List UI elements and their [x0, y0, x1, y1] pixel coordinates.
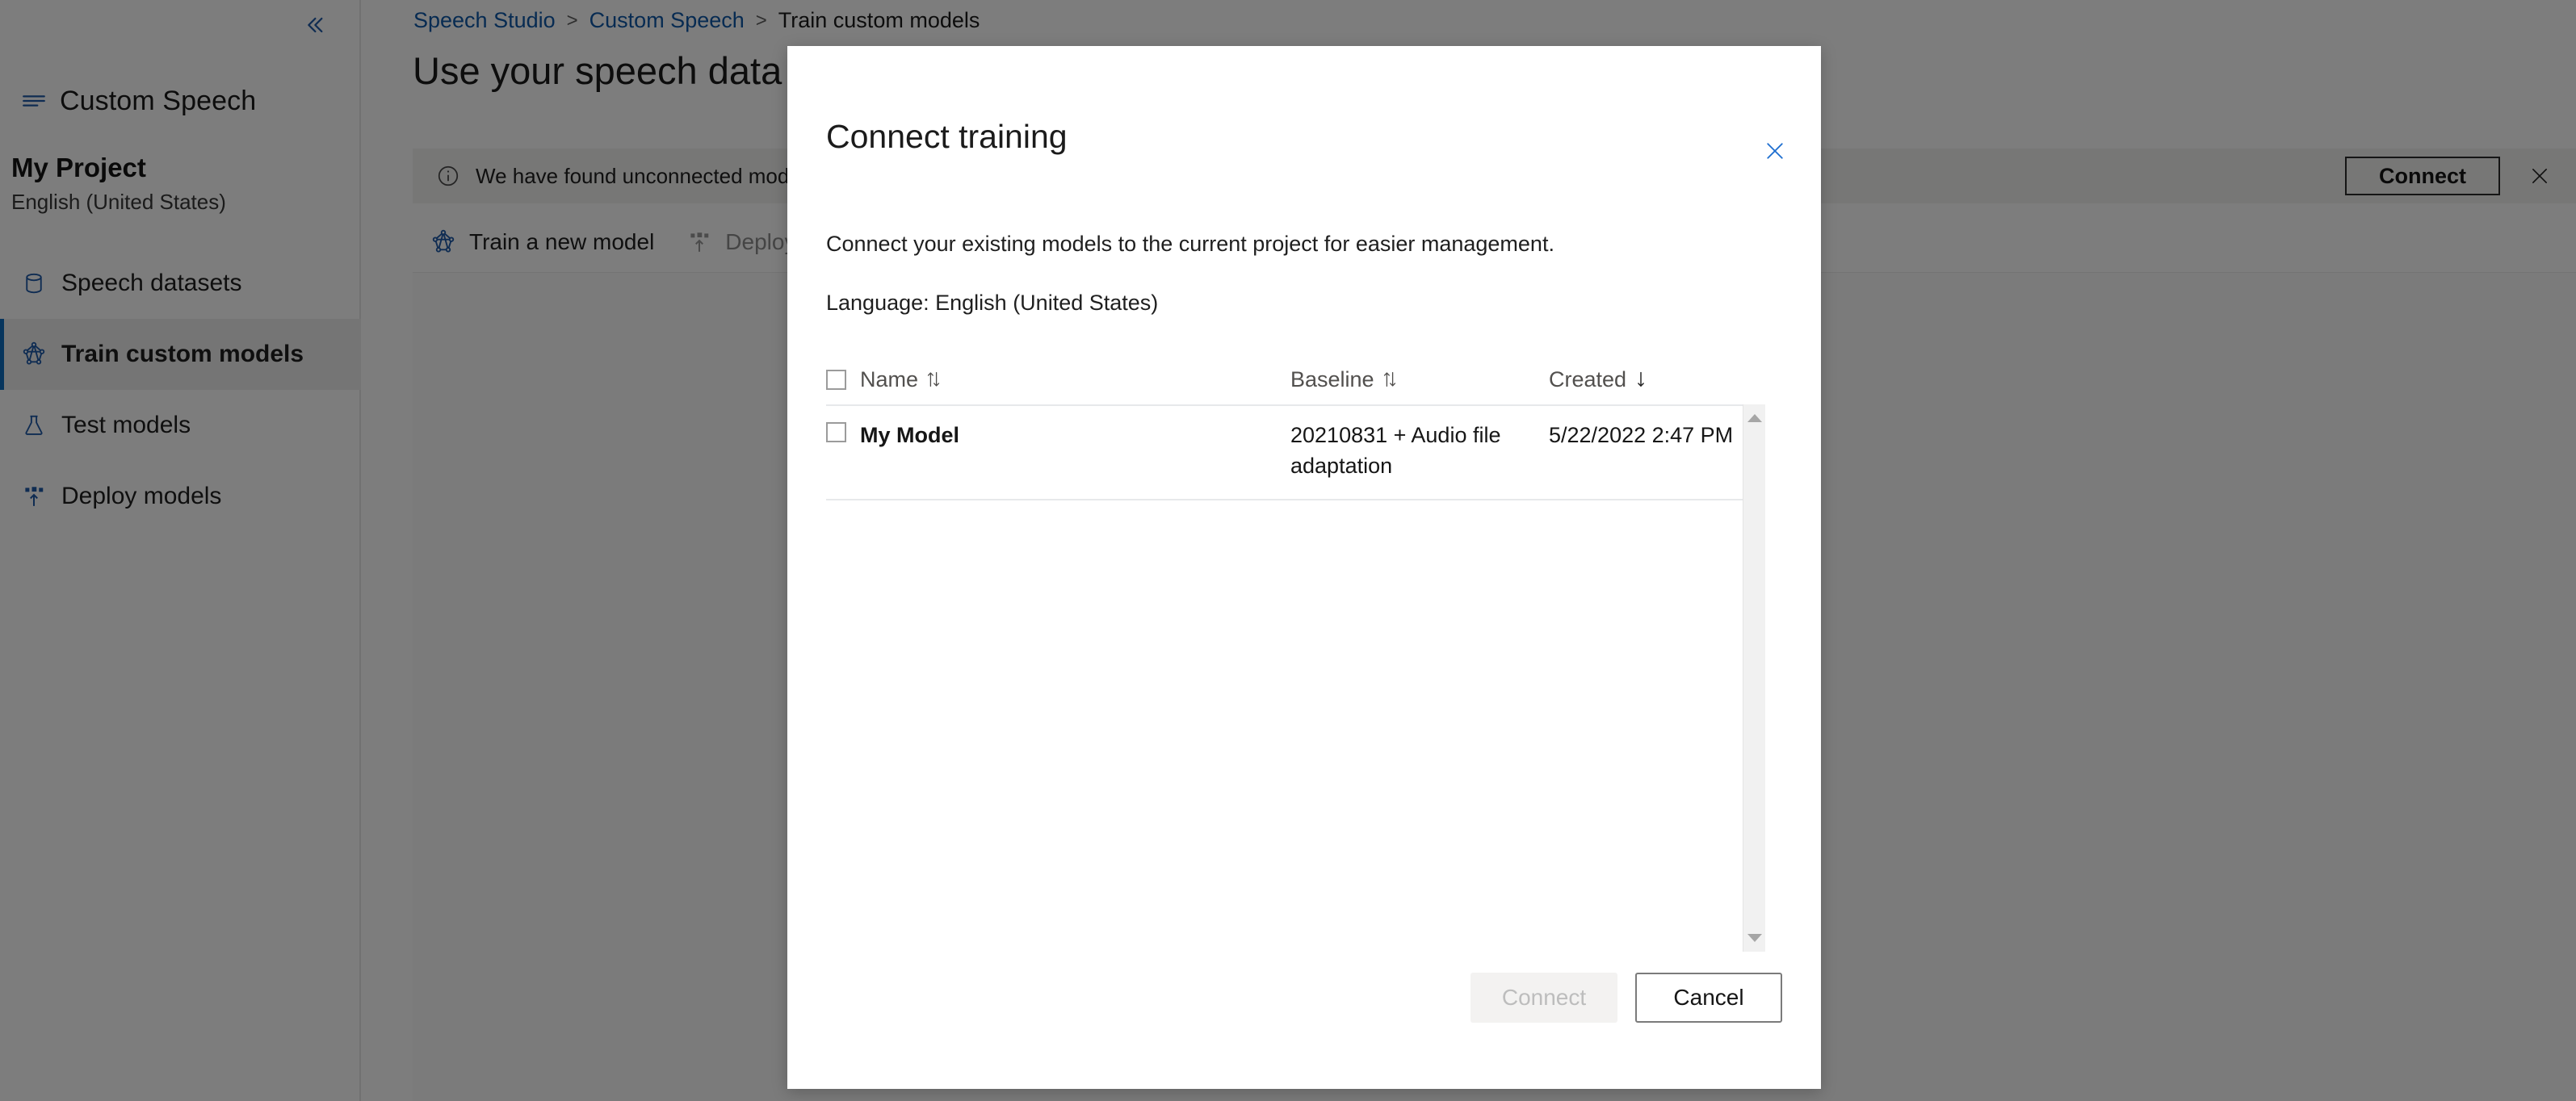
column-header-label: Baseline — [1290, 366, 1374, 391]
dialog-language-line: Language: English (United States) — [826, 291, 1159, 315]
models-table-body: My Model 20210831 + Audio file adaptatio… — [826, 404, 1743, 952]
dialog-title: Connect training — [826, 118, 1068, 155]
column-header-created[interactable]: Created — [1549, 367, 1743, 392]
cancel-button[interactable]: Cancel — [1635, 973, 1782, 1023]
caret-down-icon[interactable] — [1743, 927, 1766, 949]
cell-created: 5/22/2022 2:47 PM — [1549, 423, 1734, 447]
close-icon[interactable] — [1757, 133, 1793, 169]
caret-up-icon[interactable] — [1743, 407, 1766, 429]
dialog-description: Connect your existing models to the curr… — [826, 232, 1554, 256]
table-row[interactable]: My Model 20210831 + Audio file adaptatio… — [826, 406, 1743, 500]
connect-training-dialog: Connect training Connect your existing m… — [787, 46, 1821, 1089]
table-scrollbar[interactable] — [1743, 404, 1765, 952]
connect-button: Connect — [1471, 973, 1617, 1023]
cell-baseline: 20210831 + Audio file adaptation — [1290, 423, 1501, 479]
row-checkbox[interactable] — [826, 422, 846, 442]
sort-desc-icon — [1633, 370, 1649, 389]
column-header-baseline[interactable]: Baseline — [1290, 367, 1549, 392]
column-header-name[interactable]: Name — [826, 367, 1290, 392]
models-table-header: Name Baseline Created — [826, 354, 1743, 404]
dialog-footer: Connect Cancel — [1471, 973, 1782, 1023]
select-all-checkbox[interactable] — [826, 369, 846, 390]
cell-name: My Model — [826, 420, 1290, 450]
sort-both-icon — [925, 370, 942, 389]
column-header-label: Created — [1549, 366, 1627, 391]
model-name: My Model — [860, 423, 960, 447]
column-header-label: Name — [860, 366, 919, 391]
sort-both-icon — [1381, 370, 1399, 389]
